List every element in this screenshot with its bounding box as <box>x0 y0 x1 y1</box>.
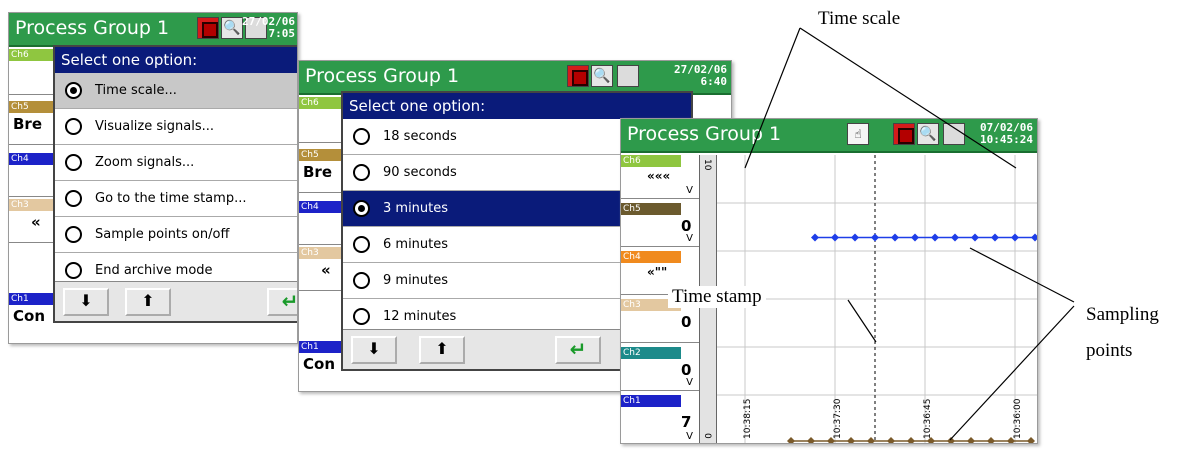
callout-lines <box>744 27 1075 441</box>
sampling-line-upper <box>969 247 1075 303</box>
callout-sampling: Sampling <box>1086 304 1159 325</box>
sampling-line-lower <box>949 305 1075 441</box>
time-scale-line-left <box>744 27 801 169</box>
time-scale-line-right <box>799 27 1017 169</box>
callout-time-scale: Time scale <box>818 8 901 29</box>
callout-points: points <box>1086 340 1133 361</box>
callout-time-stamp: Time stamp <box>668 286 766 308</box>
time-stamp-line <box>847 299 877 343</box>
